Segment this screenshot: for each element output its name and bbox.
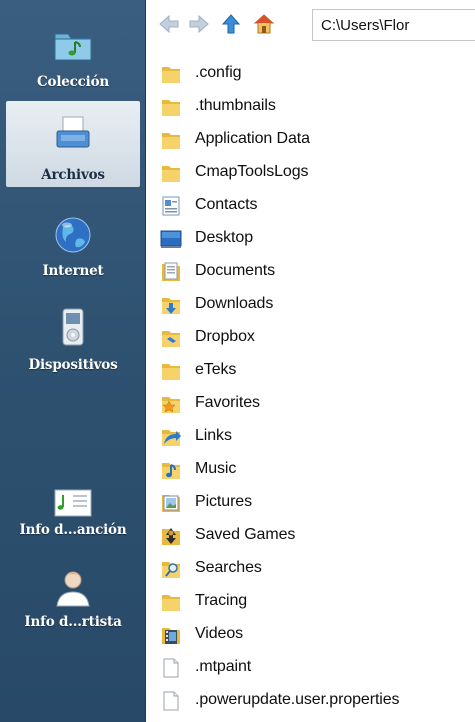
sidebar-item-internet[interactable]: Internet	[6, 203, 140, 289]
list-item-config[interactable]: .config	[146, 57, 475, 90]
file-name: .powerupdate.user.properties	[195, 691, 400, 708]
list-item-music[interactable]: Music	[146, 453, 475, 486]
sidebar: Colección Archivos Internet Dispositivos…	[0, 0, 146, 722]
file-name: Searches	[195, 559, 262, 576]
home-icon[interactable]	[253, 13, 275, 35]
file-list: .config .thumbnails Application Data Cma…	[146, 53, 475, 722]
ipod-device-icon	[62, 308, 84, 346]
music-folder-icon	[162, 463, 180, 479]
file-name: .config	[195, 64, 242, 81]
favorites-icon	[162, 397, 180, 413]
sidebar-item-label: Colección	[36, 74, 110, 90]
list-item-contacts[interactable]: Contacts	[146, 189, 475, 222]
sidebar-item-label: Info d...anción	[19, 522, 127, 538]
list-item-cmaptoolslogs[interactable]: CmapToolsLogs	[146, 156, 475, 189]
file-name: CmapToolsLogs	[195, 163, 309, 180]
sidebar-item-info-artista[interactable]: Info d...rtista	[6, 556, 140, 642]
file-name: Dropbox	[195, 328, 255, 345]
file-browser-window: Colección Archivos Internet Dispositivos…	[0, 0, 475, 722]
music-folder-icon	[54, 33, 92, 61]
sidebar-item-archivos[interactable]: Archivos	[6, 101, 140, 187]
arrow-left-icon[interactable]	[158, 13, 180, 35]
list-item-mtpaint[interactable]: .mtpaint	[146, 651, 475, 684]
file-tray-icon	[56, 116, 90, 148]
sidebar-item-dispositivos[interactable]: Dispositivos	[6, 295, 140, 381]
folder-icon	[162, 364, 180, 380]
file-name: Tracing	[195, 592, 248, 609]
contacts-icon	[162, 196, 180, 216]
list-item-desktop[interactable]: Desktop	[146, 222, 475, 255]
arrow-up-icon[interactable]	[220, 13, 242, 35]
sidebar-item-coleccion[interactable]: Colección	[6, 12, 140, 98]
file-name: Links	[195, 427, 232, 444]
pictures-icon	[162, 495, 180, 512]
list-item-saved-games[interactable]: Saved Games	[146, 519, 475, 552]
sidebar-item-info-cancion[interactable]: Info d...anción	[6, 470, 140, 556]
videos-icon	[162, 628, 180, 644]
list-item-links[interactable]: Links	[146, 420, 475, 453]
navigation-toolbar	[146, 0, 475, 53]
dropbox-folder-icon	[162, 331, 180, 347]
list-item-favorites[interactable]: Favorites	[146, 387, 475, 420]
list-item-searches[interactable]: Searches	[146, 552, 475, 585]
sidebar-item-label: Internet	[42, 263, 104, 279]
file-name: Desktop	[195, 229, 253, 246]
artist-person-icon	[56, 571, 90, 607]
file-name: .thumbnails	[195, 97, 276, 114]
downloads-icon	[162, 298, 180, 314]
list-item-documents[interactable]: Documents	[146, 255, 475, 288]
list-item-downloads[interactable]: Downloads	[146, 288, 475, 321]
file-name: Contacts	[195, 196, 258, 213]
list-item-tracing[interactable]: Tracing	[146, 585, 475, 618]
list-item-thumbnails[interactable]: .thumbnails	[146, 90, 475, 123]
path-input[interactable]	[312, 9, 475, 41]
file-name: Downloads	[195, 295, 274, 312]
folder-icon	[162, 67, 180, 83]
links-icon	[162, 430, 181, 446]
desktop-icon	[160, 230, 182, 248]
file-name: Saved Games	[195, 526, 296, 543]
searches-icon	[162, 562, 180, 578]
saved-games-icon	[162, 528, 180, 545]
file-name: Music	[195, 460, 237, 477]
folder-icon	[162, 166, 180, 182]
file-icon	[163, 691, 179, 711]
list-item-application-data[interactable]: Application Data	[146, 123, 475, 156]
list-item-dropbox[interactable]: Dropbox	[146, 321, 475, 354]
file-name: eTeks	[195, 361, 237, 378]
folder-icon	[162, 133, 180, 149]
file-name: Favorites	[195, 394, 260, 411]
file-name: Videos	[195, 625, 244, 642]
file-icon	[163, 658, 179, 678]
sidebar-item-label: Archivos	[41, 167, 105, 183]
sidebar-item-label: Info d...rtista	[24, 614, 122, 630]
folder-icon	[162, 595, 180, 611]
song-info-icon	[54, 489, 92, 517]
file-name: Pictures	[195, 493, 252, 510]
list-item-videos[interactable]: Videos	[146, 618, 475, 651]
list-item-powerupdate[interactable]: .powerupdate.user.properties	[146, 684, 475, 717]
sidebar-item-label: Dispositivos	[28, 357, 118, 373]
file-name: Application Data	[195, 130, 310, 147]
list-item-eteks[interactable]: eTeks	[146, 354, 475, 387]
file-name: .mtpaint	[195, 658, 252, 675]
folder-icon	[162, 100, 180, 116]
globe-icon	[55, 217, 91, 253]
file-name: Documents	[195, 262, 276, 279]
arrow-right-icon[interactable]	[188, 13, 210, 35]
documents-icon	[162, 262, 180, 281]
list-item-pictures[interactable]: Pictures	[146, 486, 475, 519]
